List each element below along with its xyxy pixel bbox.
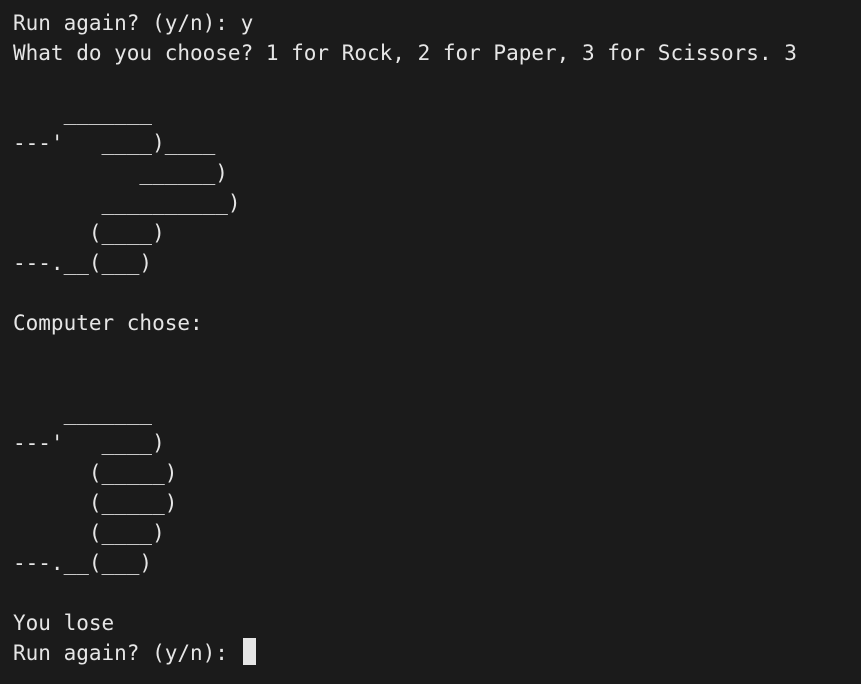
player-scissors-art-line: ---.__(___) xyxy=(13,251,153,275)
player-scissors-art-line: _______ xyxy=(13,101,153,125)
player-scissors-art-line: __________) xyxy=(13,191,241,215)
computer-chose-label: Computer chose: xyxy=(13,311,203,335)
computer-rock-art-line: _______ xyxy=(13,401,153,425)
player-scissors-art-line: ---' ____)____ xyxy=(13,131,216,155)
current-prompt-line[interactable]: Run again? (y/n): xyxy=(13,638,861,668)
result-line: You lose xyxy=(13,611,115,635)
computer-rock-art-line: (____) xyxy=(13,521,165,545)
prompt-line-previous: Run again? (y/n): y xyxy=(13,11,254,35)
computer-rock-art-line: (_____) xyxy=(13,491,178,515)
computer-rock-art-line: (_____) xyxy=(13,461,178,485)
computer-rock-art-line: ---.__(___) xyxy=(13,551,153,575)
terminal-window[interactable]: Run again? (y/n): y What do you choose? 1… xyxy=(0,0,861,684)
run-again-prompt: Run again? (y/n): xyxy=(13,641,241,665)
choice-question-line: What do you choose? 1 for Rock, 2 for Pa… xyxy=(13,41,797,65)
text-cursor xyxy=(242,638,256,665)
player-scissors-art-line: ______) xyxy=(13,161,228,185)
terminal-output: Run again? (y/n): y What do you choose? 1… xyxy=(13,8,861,668)
computer-rock-art-line: ---' ____) xyxy=(13,431,165,455)
player-scissors-art-line: (____) xyxy=(13,221,165,245)
